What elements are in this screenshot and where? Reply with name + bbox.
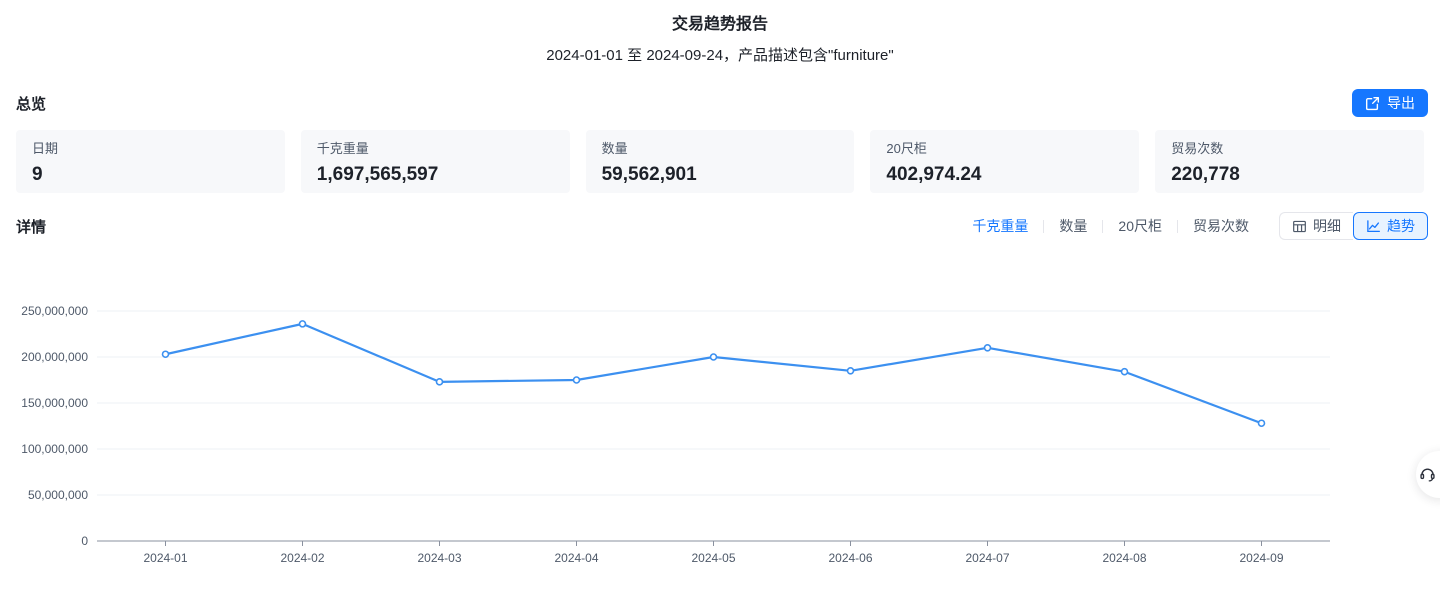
svg-text:2024-06: 2024-06 [828, 551, 872, 565]
trend-line-chart[interactable]: 0 50,000,000 100,000,000 150,000,000 200,000… [0, 245, 1440, 591]
stat-card-quantity: 数量 59,562,901 [586, 130, 855, 193]
metric-tab-trade-count[interactable]: 贸易次数 [1193, 216, 1249, 236]
trend-view-label: 趋势 [1387, 216, 1415, 236]
details-heading: 详情 [16, 216, 46, 237]
stat-card-value: 220,778 [1171, 163, 1408, 187]
stat-card-kg-weight: 千克重量 1,697,565,597 [301, 130, 570, 193]
tab-divider [1043, 220, 1044, 233]
svg-text:50,000,000: 50,000,000 [28, 488, 88, 502]
stat-card-label: 千克重量 [317, 141, 554, 157]
stat-card-label: 数量 [602, 141, 839, 157]
svg-text:200,000,000: 200,000,000 [21, 350, 88, 364]
page-subtitle: 2024-01-01 至 2024-09-24，产品描述包含"furniture… [0, 45, 1440, 66]
stat-card-value: 402,974.24 [886, 163, 1123, 187]
svg-text:2024-03: 2024-03 [417, 551, 461, 565]
svg-text:250,000,000: 250,000,000 [21, 304, 88, 318]
svg-text:2024-09: 2024-09 [1239, 551, 1283, 565]
details-controls: 千克重量 数量 20尺柜 贸易次数 明细 [972, 212, 1428, 240]
trend-icon [1366, 219, 1381, 234]
trend-view-button[interactable]: 趋势 [1353, 212, 1428, 240]
stat-card-label: 贸易次数 [1171, 141, 1408, 157]
svg-text:2024-02: 2024-02 [280, 551, 324, 565]
stat-card-label: 20尺柜 [886, 141, 1123, 157]
stat-card-label: 日期 [32, 141, 269, 157]
stat-card-value: 9 [32, 163, 269, 187]
metric-tab-quantity[interactable]: 数量 [1059, 216, 1087, 236]
report-header: 交易趋势报告 2024-01-01 至 2024-09-24，产品描述包含"fu… [0, 0, 1440, 66]
view-toggle: 明细 趋势 [1279, 212, 1428, 240]
overview-cards: 日期 9 千克重量 1,697,565,597 数量 59,562,901 20… [0, 130, 1440, 193]
detail-view-label: 明细 [1313, 216, 1341, 236]
headset-icon [1418, 465, 1437, 484]
metric-tab-kg-weight[interactable]: 千克重量 [972, 216, 1028, 236]
svg-text:2024-01: 2024-01 [143, 551, 187, 565]
overview-header-row: 总览 导出 [0, 88, 1440, 118]
svg-text:2024-05: 2024-05 [691, 551, 735, 565]
metric-tabs: 千克重量 数量 20尺柜 贸易次数 [972, 216, 1249, 236]
details-header-row: 详情 千克重量 数量 20尺柜 贸易次数 明细 [0, 211, 1440, 241]
svg-text:0: 0 [81, 534, 88, 548]
stat-card-trade-count: 贸易次数 220,778 [1155, 130, 1424, 193]
export-button[interactable]: 导出 [1352, 89, 1428, 117]
stat-card-date: 日期 9 [16, 130, 285, 193]
page-title: 交易趋势报告 [0, 14, 1440, 36]
metric-tab-20ft-container[interactable]: 20尺柜 [1118, 216, 1162, 236]
svg-text:2024-04: 2024-04 [554, 551, 598, 565]
table-icon [1292, 219, 1307, 234]
svg-text:2024-07: 2024-07 [965, 551, 1009, 565]
export-button-label: 导出 [1387, 93, 1415, 113]
svg-text:100,000,000: 100,000,000 [21, 442, 88, 456]
stat-card-value: 1,697,565,597 [317, 163, 554, 187]
detail-view-button[interactable]: 明细 [1279, 212, 1353, 240]
tab-divider [1102, 220, 1103, 233]
tab-divider [1177, 220, 1178, 233]
overview-heading: 总览 [16, 93, 46, 114]
svg-text:150,000,000: 150,000,000 [21, 396, 88, 410]
export-icon [1365, 96, 1380, 111]
stat-card-value: 59,562,901 [602, 163, 839, 187]
svg-text:2024-08: 2024-08 [1102, 551, 1146, 565]
stat-card-20ft-container: 20尺柜 402,974.24 [870, 130, 1139, 193]
